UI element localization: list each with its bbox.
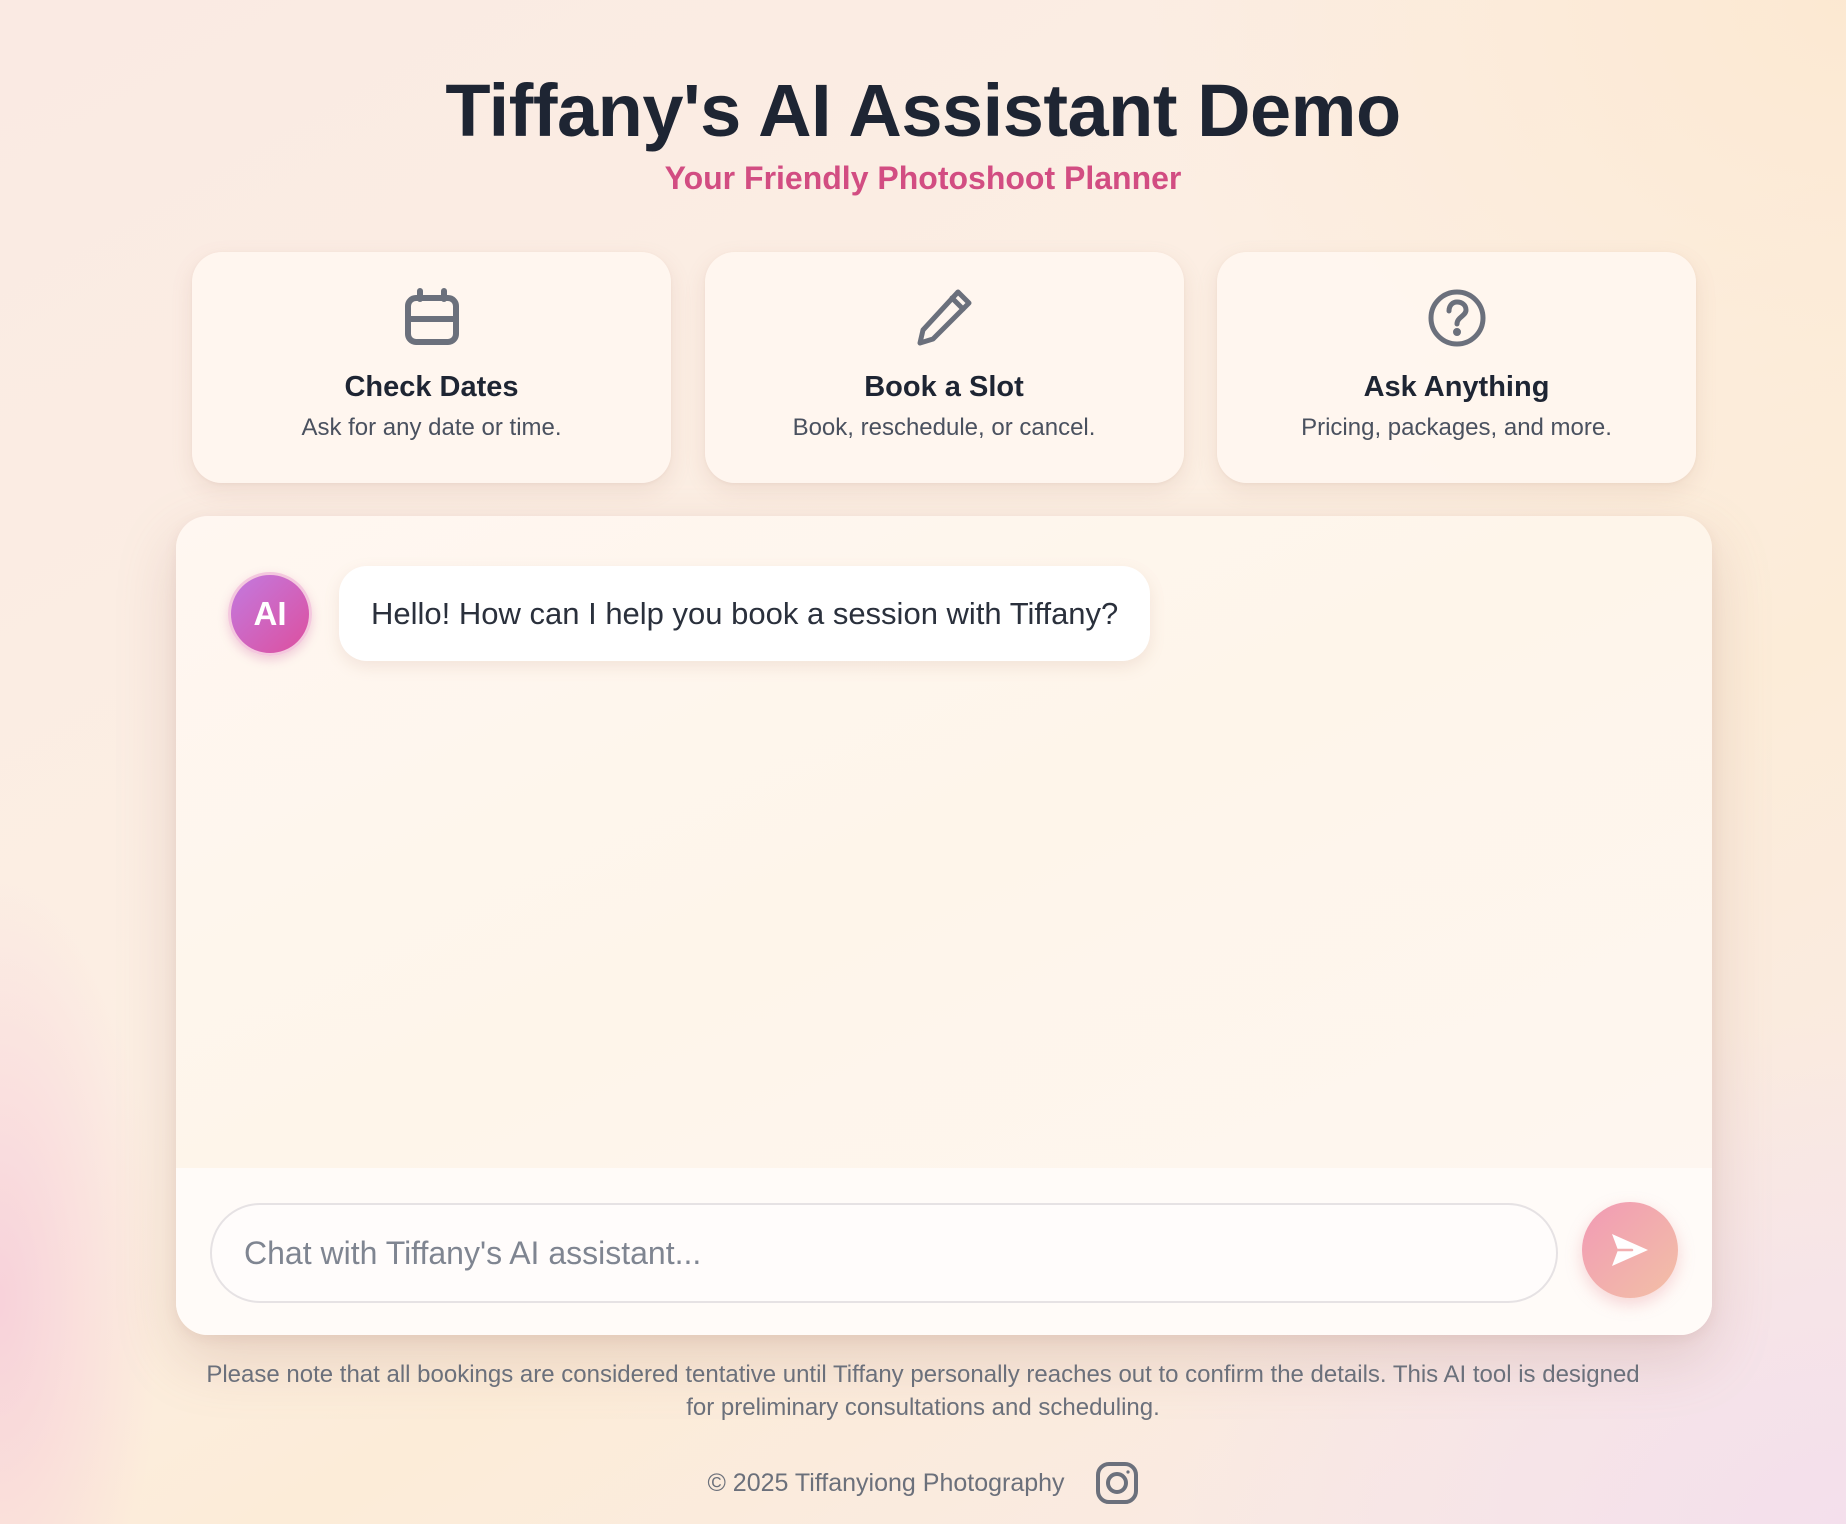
message-list[interactable]: AI Hello! How can I help you book a sess… xyxy=(176,516,1712,1168)
calendar-icon xyxy=(400,286,464,350)
feature-description: Book, reschedule, or cancel. xyxy=(792,414,1096,441)
feature-title: Ask Anything xyxy=(1363,371,1550,403)
feature-title: Book a Slot xyxy=(864,371,1024,403)
feature-description: Pricing, packages, and more. xyxy=(1301,414,1612,441)
question-circle-icon xyxy=(1425,286,1489,350)
page-header: Tiffany's AI Assistant Demo Your Friendl… xyxy=(0,66,1846,198)
feature-card-book-slot[interactable]: Book a Slot Book, reschedule, or cancel. xyxy=(704,252,1184,483)
page-footer: © 2025 Tiffanyiong Photography xyxy=(0,1460,1846,1506)
chat-panel: AI Hello! How can I help you book a sess… xyxy=(176,516,1712,1335)
disclaimer-text: Please note that all bookings are consid… xyxy=(206,1361,1640,1421)
chat-input[interactable] xyxy=(210,1203,1558,1303)
feature-description: Ask for any date or time. xyxy=(301,414,562,441)
instagram-icon xyxy=(1095,1462,1138,1504)
feature-cards: Check Dates Ask for any date or time. Bo… xyxy=(192,252,1696,483)
assistant-message: AI Hello! How can I help you book a sess… xyxy=(228,566,1151,661)
feature-card-ask-anything[interactable]: Ask Anything Pricing, packages, and more… xyxy=(1217,252,1696,483)
send-button[interactable] xyxy=(1582,1202,1678,1298)
feature-card-check-dates[interactable]: Check Dates Ask for any date or time. xyxy=(192,252,671,483)
feature-title: Check Dates xyxy=(344,371,519,403)
assistant-avatar: AI xyxy=(228,571,312,656)
message-bubble: Hello! How can I help you book a session… xyxy=(339,566,1151,661)
copyright-text: © 2025 Tiffanyiong Photography xyxy=(707,1468,1065,1497)
page-subtitle: Your Friendly Photoshoot Planner xyxy=(664,160,1182,196)
page-title: Tiffany's AI Assistant Demo xyxy=(445,69,1401,152)
pencil-icon xyxy=(912,286,976,350)
send-icon xyxy=(1612,1234,1648,1266)
chat-input-bar xyxy=(176,1168,1712,1335)
instagram-link[interactable] xyxy=(1095,1461,1139,1505)
